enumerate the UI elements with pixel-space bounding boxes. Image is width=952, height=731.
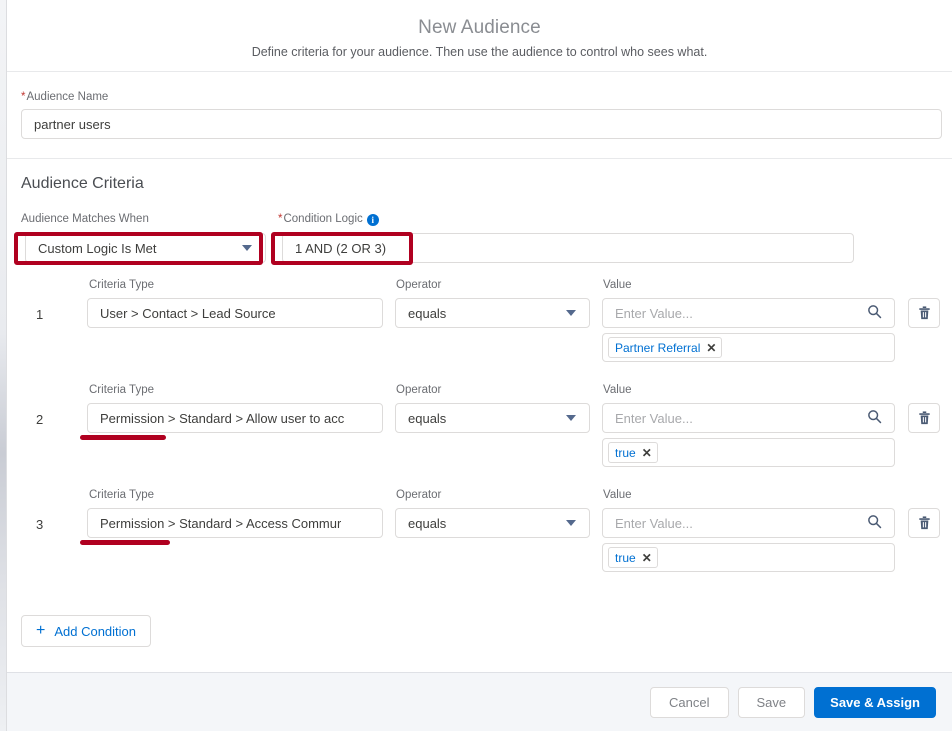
operator-select[interactable]: equals: [395, 508, 590, 538]
chevron-down-icon: [242, 245, 252, 251]
criteria-type-value: User > Contact > Lead Source: [100, 305, 276, 321]
save-and-assign-button[interactable]: Save & Assign: [814, 686, 936, 718]
criteria-type-value: Permission > Standard > Allow user to ac…: [100, 410, 345, 426]
chevron-down-icon: [566, 520, 576, 526]
condition-logic-label-text: Condition Logic: [283, 213, 363, 225]
chevron-down-icon: [566, 310, 576, 316]
value-label: Value: [603, 279, 632, 291]
page-title: New Audience: [418, 17, 541, 38]
condition-logic-value: 1 AND (2 OR 3): [295, 240, 387, 256]
criteria-type-label: Criteria Type: [89, 384, 154, 396]
criteria-type-label: Criteria Type: [89, 279, 154, 291]
criteria-row-2: 2 Criteria Type Operator Value Permissio…: [7, 384, 952, 489]
operator-value: equals: [408, 305, 447, 321]
value-pill[interactable]: true ✕: [608, 442, 658, 463]
value-placeholder: Enter Value...: [615, 305, 693, 321]
criteria-type-input[interactable]: User > Contact > Lead Source: [87, 298, 383, 328]
search-icon[interactable]: [867, 514, 882, 532]
delete-condition-button[interactable]: [908, 403, 940, 433]
condition-logic-input[interactable]: 1 AND (2 OR 3): [282, 233, 854, 263]
operator-label: Operator: [396, 489, 442, 501]
criteria-type-input[interactable]: Permission > Standard > Access Commur: [87, 508, 383, 538]
trash-icon: [918, 516, 930, 530]
cancel-button[interactable]: Cancel: [650, 686, 729, 718]
value-pill-label: true: [615, 445, 636, 460]
required-marker: *: [21, 91, 26, 103]
delete-condition-button[interactable]: [908, 508, 940, 538]
audience-name-input[interactable]: partner users: [21, 109, 942, 139]
matches-when-select[interactable]: Custom Logic Is Met: [25, 233, 266, 263]
audience-name-value: partner users: [34, 116, 111, 132]
audience-name-label: *Audience Name: [21, 91, 108, 103]
plus-icon: +: [36, 622, 46, 639]
value-input[interactable]: Enter Value...: [602, 508, 895, 538]
value-input[interactable]: Enter Value...: [602, 298, 895, 328]
row-number: 3: [36, 517, 44, 532]
value-pill-label: true: [615, 550, 636, 565]
criteria-type-value: Permission > Standard > Access Commur: [100, 515, 342, 531]
value-input[interactable]: Enter Value...: [602, 403, 895, 433]
trash-icon: [918, 411, 930, 425]
section-title: Audience Criteria: [21, 175, 144, 192]
value-pill-container: Partner Referral ✕: [602, 333, 895, 362]
close-icon[interactable]: ✕: [642, 551, 652, 565]
audience-name-label-text: Audience Name: [26, 91, 109, 103]
page-subtitle: Define criteria for your audience. Then …: [251, 45, 708, 59]
criteria-type-label: Criteria Type: [89, 489, 154, 501]
matches-when-value: Custom Logic Is Met: [38, 240, 157, 256]
info-icon[interactable]: i: [366, 214, 379, 226]
criteria-row-3: 3 Criteria Type Operator Value Permissio…: [7, 489, 952, 594]
value-pill[interactable]: true ✕: [608, 547, 658, 568]
value-placeholder: Enter Value...: [615, 410, 693, 426]
add-condition-label: Add Condition: [54, 623, 137, 639]
operator-select[interactable]: equals: [395, 403, 590, 433]
close-icon[interactable]: ✕: [642, 446, 652, 460]
value-label: Value: [603, 384, 632, 396]
matches-when-label: Audience Matches When: [21, 213, 149, 225]
operator-select[interactable]: equals: [395, 298, 590, 328]
close-icon[interactable]: ✕: [706, 341, 716, 355]
value-placeholder: Enter Value...: [615, 515, 693, 531]
operator-value: equals: [408, 515, 447, 531]
chevron-down-icon: [566, 415, 576, 421]
add-condition-button[interactable]: + Add Condition: [21, 615, 152, 647]
operator-label: Operator: [396, 384, 442, 396]
save-button[interactable]: Save: [737, 686, 806, 718]
search-icon[interactable]: [867, 304, 882, 322]
operator-label: Operator: [396, 279, 442, 291]
criteria-type-input[interactable]: Permission > Standard > Allow user to ac…: [87, 403, 383, 433]
app-left-gutter: [0, 0, 7, 731]
value-label: Value: [603, 489, 632, 501]
value-pill[interactable]: Partner Referral ✕: [608, 337, 723, 358]
audience-criteria-section: Audience Criteria Audience Matches When …: [7, 160, 952, 672]
required-marker: *: [278, 213, 283, 225]
row-number: 2: [36, 412, 44, 427]
condition-logic-label: *Condition Logic i: [278, 213, 379, 226]
criteria-row-1: 1 Criteria Type Operator Value User > Co…: [7, 279, 952, 384]
delete-condition-button[interactable]: [908, 298, 940, 328]
new-audience-modal: New Audience Define criteria for your au…: [0, 0, 952, 731]
value-pill-container: true ✕: [602, 543, 895, 572]
operator-value: equals: [408, 410, 447, 426]
value-pill-label: Partner Referral: [615, 340, 701, 355]
modal-header: New Audience Define criteria for your au…: [7, 0, 952, 72]
trash-icon: [918, 306, 930, 320]
audience-name-section: *Audience Name partner users: [7, 73, 952, 159]
search-icon[interactable]: [867, 409, 882, 427]
row-number: 1: [36, 307, 44, 322]
value-pill-container: true ✕: [602, 438, 895, 467]
modal-footer: Cancel Save Save & Assign: [7, 672, 952, 731]
